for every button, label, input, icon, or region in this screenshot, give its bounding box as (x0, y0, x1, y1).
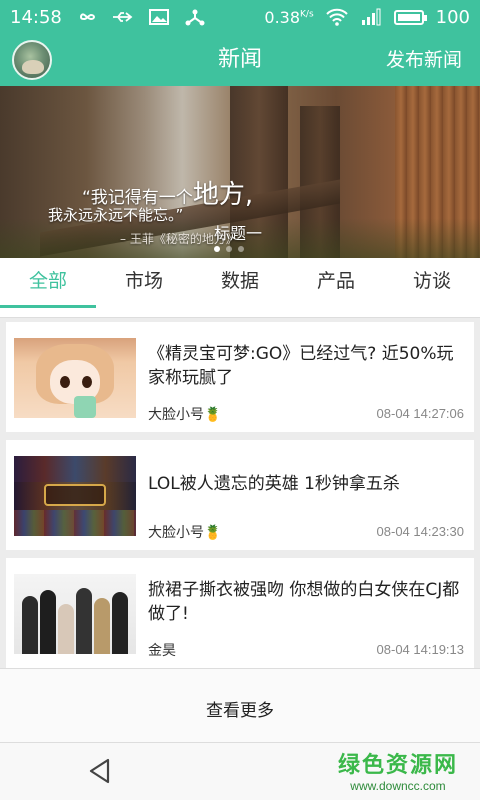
carousel-dot[interactable] (214, 246, 220, 252)
signal-icon (360, 8, 382, 26)
news-title: LOL被人遗忘的英雄 1秒钟拿五杀 (148, 474, 400, 494)
news-title: 《精灵宝可梦:GO》已经过气? 近50%玩家称玩腻了 (148, 344, 454, 388)
share-icon (184, 8, 206, 26)
banner-carousel[interactable]: “我记得有一个地方, 我永远永远不能忘。” – 王菲《秘密的地方》 标题一 (0, 86, 480, 258)
news-time: 08-04 14:23:30 (376, 524, 464, 539)
battery-icon (393, 9, 427, 25)
tab-product[interactable]: 产品 (288, 258, 384, 317)
user-avatar[interactable] (12, 40, 52, 80)
infinity-icon (76, 8, 98, 26)
news-item[interactable]: 《精灵宝可梦:GO》已经过气? 近50%玩家称玩腻了 大脸小号🍍 08-04 1… (6, 322, 474, 432)
tab-data[interactable]: 数据 (192, 258, 288, 317)
wifi-icon (325, 8, 348, 26)
load-more-button[interactable]: 查看更多 (0, 668, 480, 742)
banner-title: 标题一 (214, 224, 263, 243)
news-time: 08-04 14:19:13 (376, 642, 464, 657)
status-time: 14:58 (10, 6, 62, 28)
publish-news-button[interactable]: 发布新闻 (386, 34, 462, 86)
back-icon[interactable] (86, 757, 114, 785)
news-title: 掀裙子撕衣被强吻 你想做的白女侠在CJ都做了! (148, 580, 460, 624)
news-author: 大脸小号🍍 (148, 407, 222, 423)
news-item[interactable]: LOL被人遗忘的英雄 1秒钟拿五杀 大脸小号🍍 08-04 14:23:30 (6, 440, 474, 550)
category-tabs: 全部 市场 数据 产品 访谈 (0, 258, 480, 318)
news-time: 08-04 14:27:06 (376, 406, 464, 421)
usb-icon (112, 8, 134, 26)
news-item[interactable]: 掀裙子撕衣被强吻 你想做的白女侠在CJ都做了! 金昊 08-04 14:19:1… (6, 558, 474, 668)
tab-interview[interactable]: 访谈 (384, 258, 480, 317)
tab-market[interactable]: 市场 (96, 258, 192, 317)
status-bar: 14:58 0.38K/s 100 (0, 0, 480, 34)
news-thumbnail (14, 574, 136, 654)
watermark-logo: 绿色资源网 www.downcc.com (337, 753, 458, 793)
network-speed: 0.38K/s (264, 7, 314, 27)
carousel-dot[interactable] (238, 246, 244, 252)
tab-all[interactable]: 全部 (0, 258, 96, 317)
news-thumbnail (14, 456, 136, 536)
carousel-dot[interactable] (226, 246, 232, 252)
carousel-indicator (214, 246, 244, 252)
system-nav-bar: 绿色资源网 www.downcc.com (0, 742, 480, 800)
news-author: 金昊 (148, 643, 176, 659)
app-header: 新闻 发布新闻 (0, 34, 480, 86)
news-thumbnail (14, 338, 136, 418)
news-author: 大脸小号🍍 (148, 525, 222, 541)
banner-quote-line2: 我永远永远不能忘。” (48, 206, 184, 224)
image-icon (148, 8, 170, 26)
battery-level: 100 (435, 6, 470, 28)
